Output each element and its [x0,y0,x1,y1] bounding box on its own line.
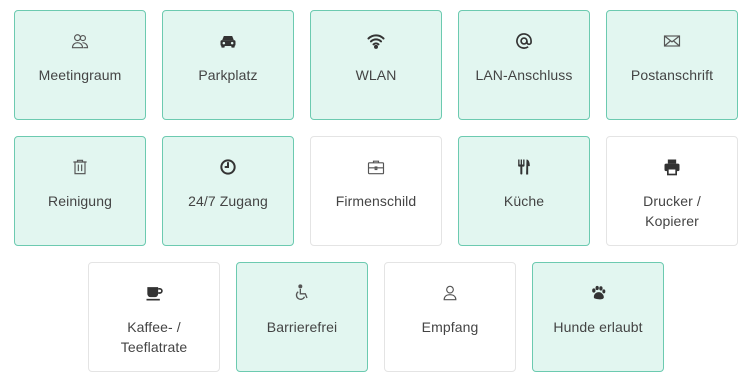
amenity-label: Meetingraum [38,67,122,83]
amenity-label: Firmenschild [335,193,417,209]
coffee-cup-icon [142,281,166,305]
amenity-label: Empfang [421,319,479,335]
amenity-tile-24-7-zugang[interactable]: 24/7 Zugang [162,136,294,246]
wheelchair-icon [290,281,314,305]
amenity-tile-lan-anschluss[interactable]: LAN-Anschluss [458,10,590,120]
amenity-tile-parkplatz[interactable]: Parkplatz [162,10,294,120]
trash-icon [68,155,92,179]
envelope-icon [660,29,684,53]
amenity-tile-empfang[interactable]: Empfang [384,262,516,372]
amenity-tile-kaffee-teeflatrate[interactable]: Kaffee- / Teeflatrate [88,262,220,372]
amenity-label: Küche [503,193,545,209]
amenity-tile-firmenschild[interactable]: Firmenschild [310,136,442,246]
amenity-tile-reinigung[interactable]: Reinigung [14,136,146,246]
amenity-label: Hunde erlaubt [553,319,643,335]
car-icon [216,29,240,53]
briefcase-icon [364,155,388,179]
amenity-label: Postanschrift [630,67,714,83]
group-icon [68,29,92,53]
amenity-tile-barrierefrei[interactable]: Barrierefrei [236,262,368,372]
amenity-tile-hunde-erlaubt[interactable]: Hunde erlaubt [532,262,664,372]
amenity-tile-wlan[interactable]: WLAN [310,10,442,120]
amenity-label: Reinigung [48,193,112,209]
paw-icon [586,281,610,305]
amenity-tile-meetingraum[interactable]: Meetingraum [14,10,146,120]
amenity-tile-drucker-kopierer[interactable]: Drucker / Kopierer [606,136,738,246]
amenity-label: Barrierefrei [266,319,338,335]
cutlery-icon [512,155,536,179]
amenity-label: LAN-Anschluss [475,67,573,83]
at-sign-icon [512,29,536,53]
amenity-label: WLAN [355,67,397,83]
clock-icon [216,155,240,179]
amenity-tile-postanschrift[interactable]: Postanschrift [606,10,738,120]
amenity-tile-kueche[interactable]: Küche [458,136,590,246]
amenity-label: Kaffee- / Teeflatrate [120,319,188,355]
amenity-label: Drucker / Kopierer [643,193,701,229]
amenity-label: Parkplatz [198,67,258,83]
amenity-label: 24/7 Zugang [188,193,268,209]
person-icon [438,281,462,305]
wifi-icon [364,29,388,53]
printer-icon [660,155,684,179]
